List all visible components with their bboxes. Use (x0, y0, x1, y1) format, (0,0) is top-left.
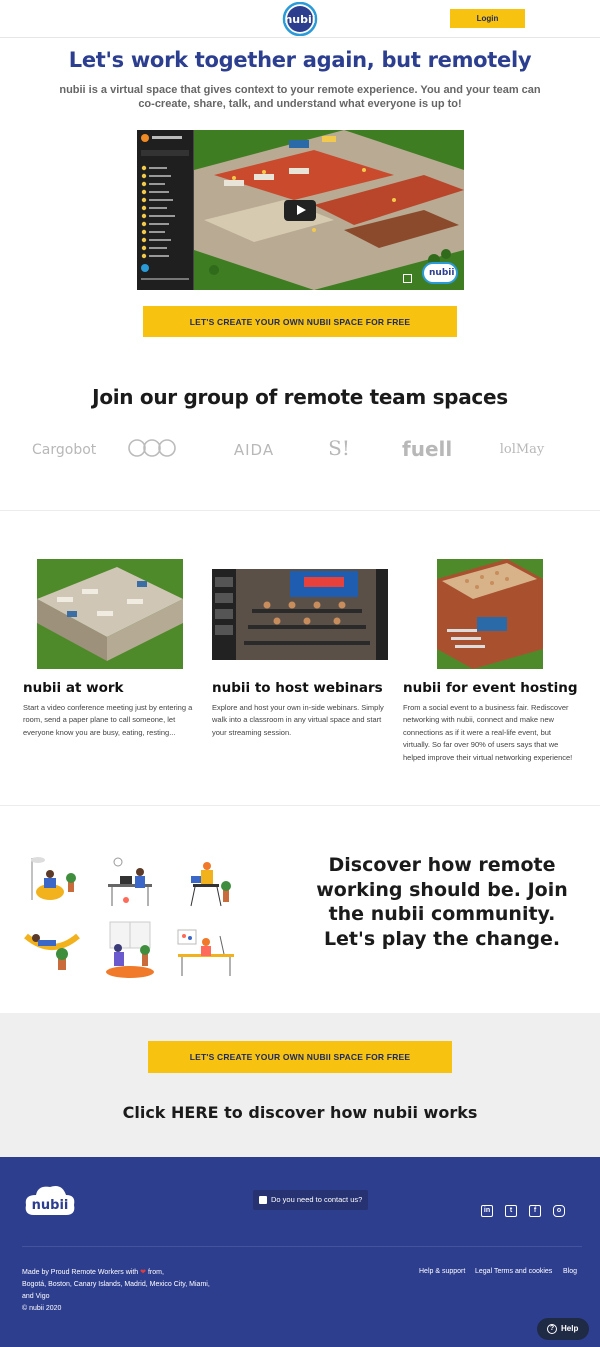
partners-title: Join our group of remote team spaces (92, 385, 508, 409)
discover-link[interactable]: Click HERE to discover how nubii works (0, 1103, 600, 1122)
create-space-button-secondary[interactable]: LET'S CREATE YOUR OWN NUBII SPACE FOR FR… (148, 1041, 452, 1073)
feature-text-webinars: Explore and host your own in-side webina… (212, 703, 384, 737)
footer-logo-text: nubii (32, 1198, 69, 1213)
video-watermark: nubii (422, 262, 458, 284)
logo-text: nubii (284, 13, 315, 26)
brand-logo-aida: AIDA (233, 441, 275, 459)
illustration-desk-worker (108, 857, 152, 906)
contact-label: Do you need to contact us? (271, 1195, 363, 1204)
illustration-hammock (24, 933, 80, 970)
copyright: © nubii 2020 (22, 1305, 62, 1312)
site-footer: nubii Do you need to contact us? in t f … (0, 1157, 600, 1347)
brand-logo-infinity (128, 439, 176, 457)
feature-title-webinars: nubii to host webinars (212, 680, 383, 696)
heart-icon: ❤ (140, 1269, 147, 1276)
help-label: Help (561, 1324, 579, 1333)
twitter-icon[interactable]: t (505, 1205, 517, 1217)
illustration-beanbag (31, 857, 76, 900)
feature-image-webinars (212, 569, 388, 660)
brand-logo-cargobot: Cargobot (32, 442, 97, 458)
login-button[interactable]: Login (450, 9, 525, 28)
feature-image-work (37, 559, 183, 669)
instagram-icon[interactable]: o (553, 1205, 565, 1217)
made-by-suffix: from, (147, 1269, 164, 1276)
made-by-text: Made by Proud Remote Workers with ❤ from… (22, 1267, 212, 1315)
footer-divider (22, 1246, 582, 1247)
linkedin-icon[interactable]: in (481, 1205, 493, 1217)
footer-nubii-logo[interactable]: nubii (22, 1181, 78, 1223)
facebook-icon[interactable]: f (529, 1205, 541, 1217)
brand-logo-lolmay: lolMay (499, 442, 545, 457)
contact-button[interactable]: Do you need to contact us? (253, 1190, 369, 1210)
footer-link-help[interactable]: Help & support (419, 1268, 465, 1275)
feature-image-events (437, 559, 543, 669)
fullscreen-icon[interactable] (403, 274, 412, 283)
brand-logo-fuell: fuell (402, 437, 453, 461)
illustration-home-office (177, 929, 234, 976)
made-by-prefix: Made by Proud Remote Workers with (22, 1269, 139, 1276)
feature-text-events: From a social event to a business fair. … (403, 703, 573, 762)
section-divider (0, 510, 600, 511)
section-divider (0, 805, 600, 806)
chat-icon (259, 1196, 267, 1205)
video-sidebar-panel (137, 130, 194, 290)
feature-title-events: nubii for event hosting (403, 680, 578, 696)
hero-subtitle: nubii is a virtual space that gives cont… (59, 84, 541, 110)
help-widget-button[interactable]: ? Help (537, 1318, 589, 1340)
cta-section (0, 1013, 600, 1157)
nubii-logo[interactable]: nubii (277, 2, 323, 36)
brand-logo-s: S! (328, 436, 350, 460)
play-button[interactable] (284, 200, 316, 221)
hero-title: Let's work together again, but remotely (68, 48, 532, 72)
feature-title-work: nubii at work (23, 680, 124, 696)
illustration-chair-worker (190, 862, 231, 907)
site-header: nubii Login (0, 0, 600, 38)
video-sidebar-list (141, 134, 189, 280)
community-headline: Discover how remote working should be. J… (316, 854, 568, 950)
footer-link-blog[interactable]: Blog (563, 1268, 577, 1275)
video-watermark-text: nubii (429, 268, 455, 278)
question-icon: ? (547, 1324, 557, 1334)
feature-text-work: Start a video conference meeting just by… (23, 703, 193, 737)
cities-list: Bogotá, Boston, Canary Islands, Madrid, … (22, 1281, 210, 1300)
footer-link-legal[interactable]: Legal Terms and cookies (475, 1268, 552, 1275)
illustration-window-worker (106, 921, 154, 978)
create-space-button[interactable]: LET'S CREATE YOUR OWN NUBII SPACE FOR FR… (143, 306, 457, 337)
